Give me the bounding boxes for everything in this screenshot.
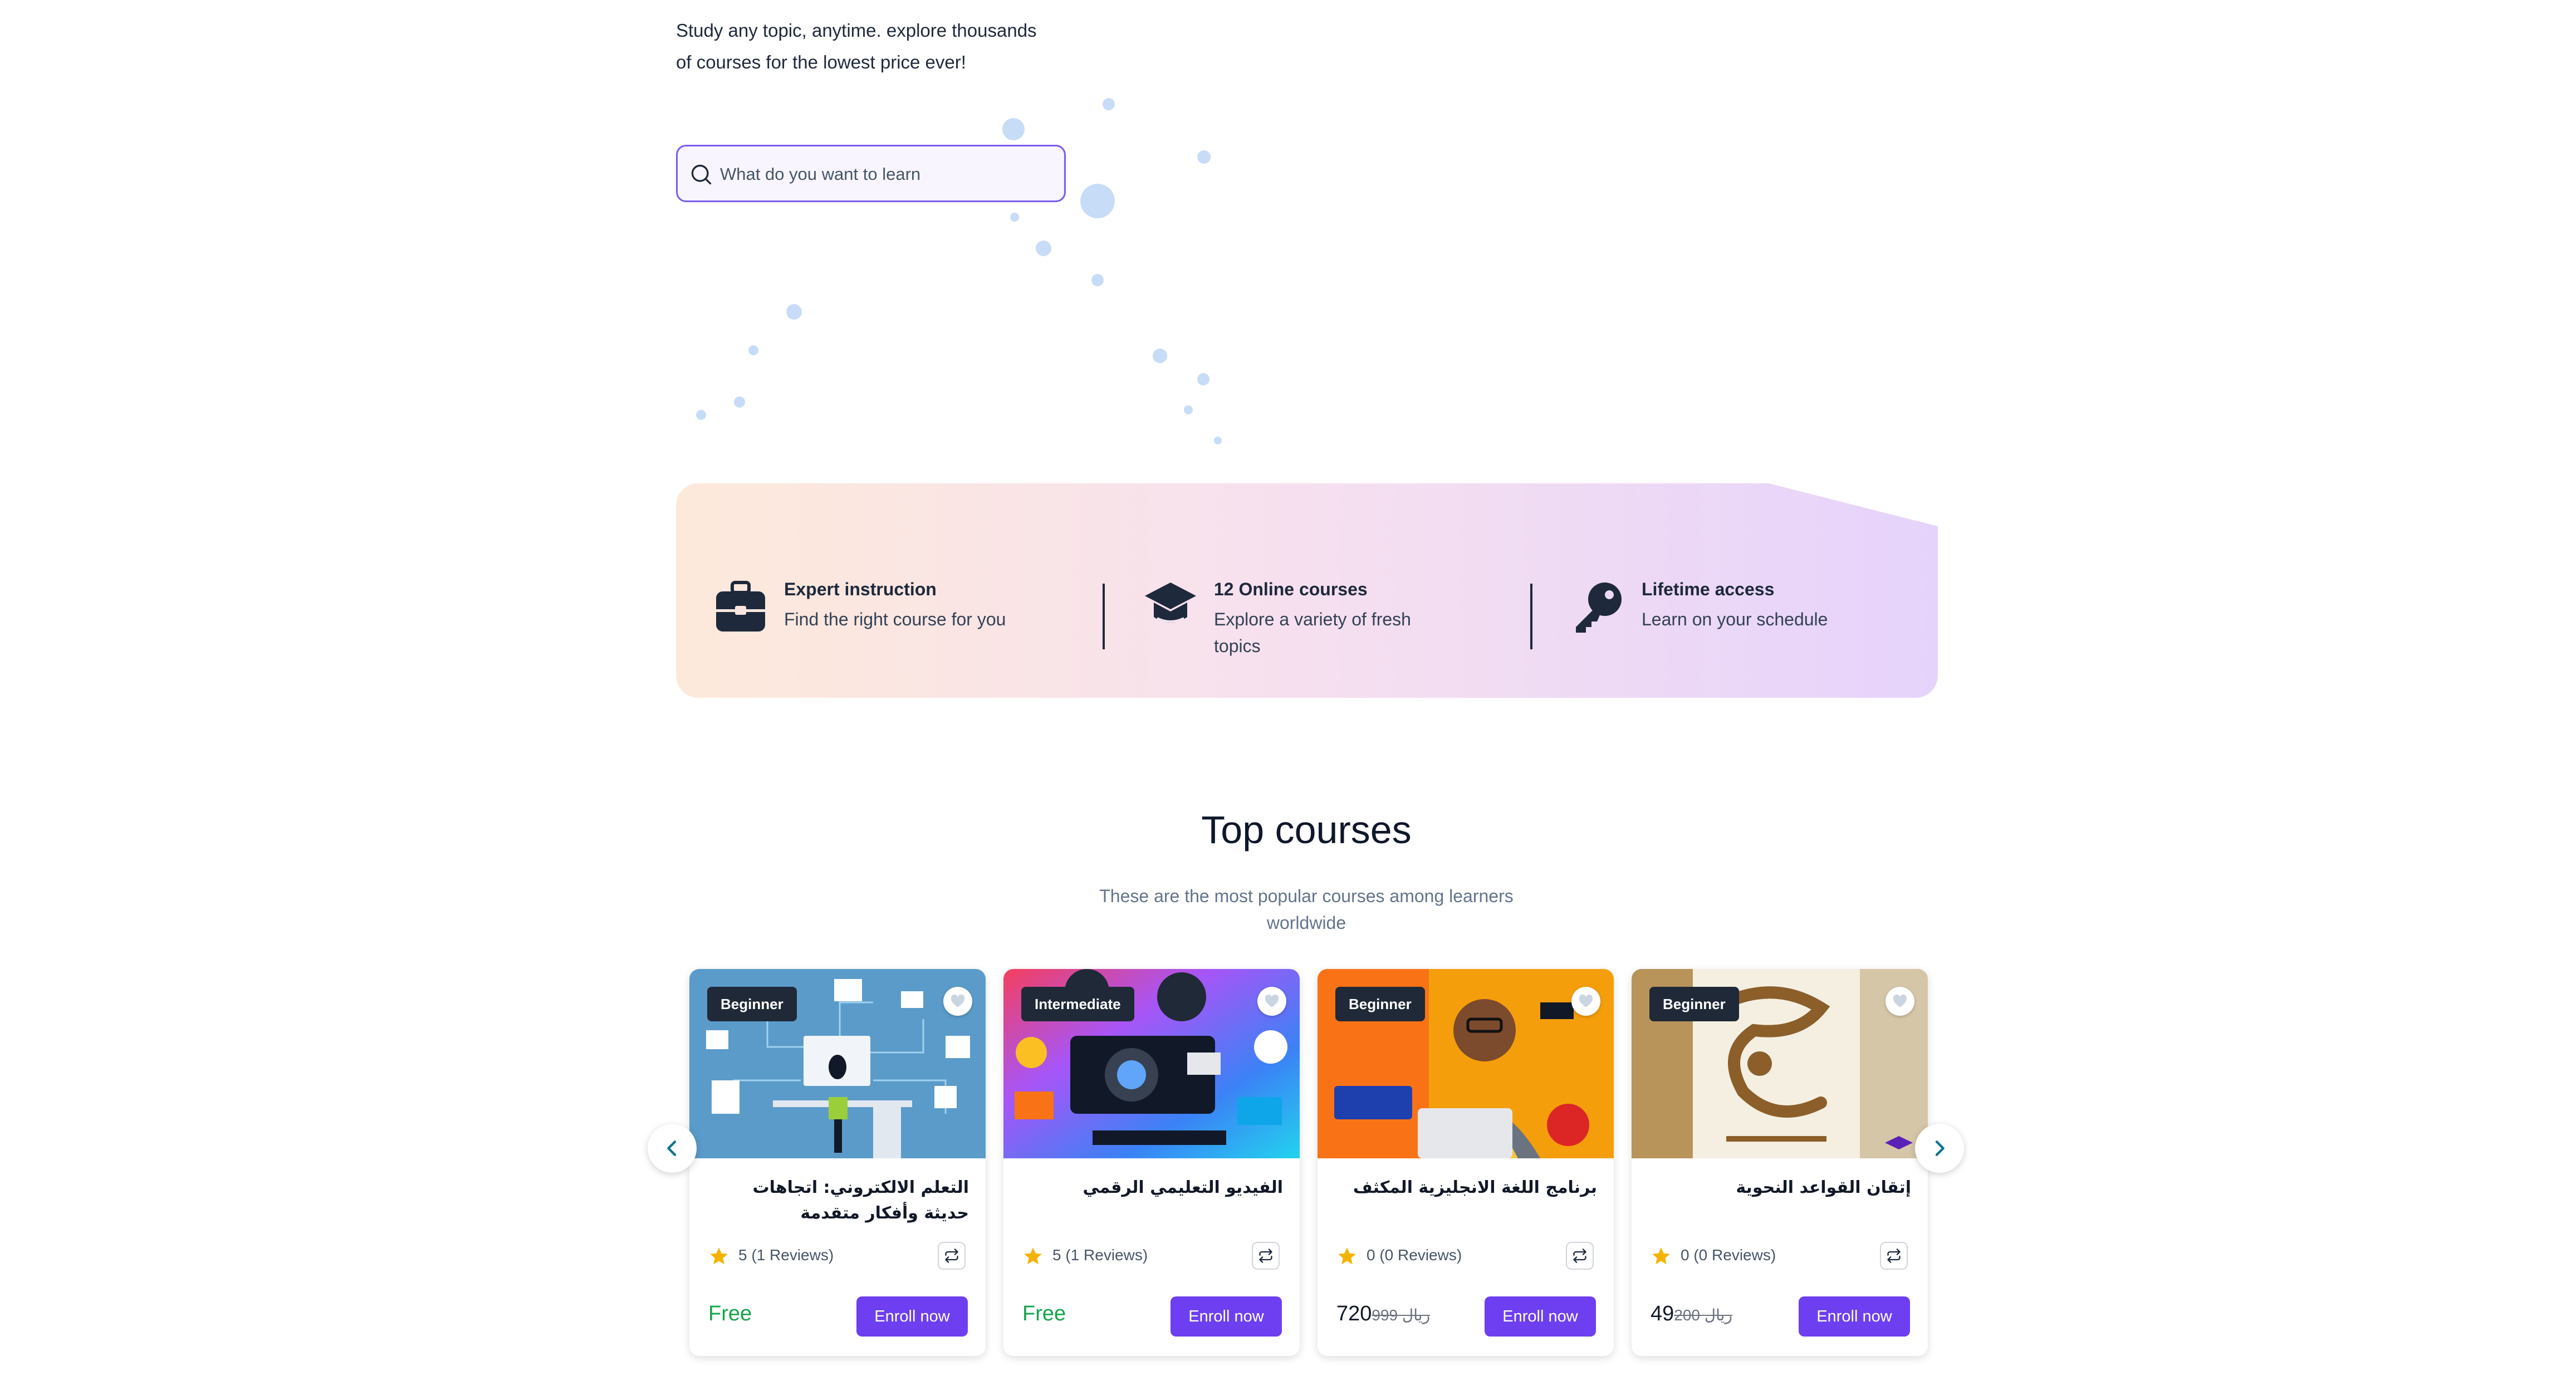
review-count: (0 Reviews) (1693, 1246, 1776, 1264)
repeat-icon (1259, 1249, 1272, 1263)
heart-icon (1893, 995, 1907, 1007)
hero-tagline: Study any topic, anytime. explore thousa… (676, 14, 1099, 78)
course-card[interactable]: Beginner برنامج اللغة الانجليزية المكثف … (1318, 969, 1614, 1356)
course-thumbnail[interactable]: Beginner (1632, 969, 1928, 1158)
rating-value: 5 (738, 1246, 747, 1264)
rating-value: 0 (1681, 1246, 1689, 1264)
briefcase-icon (716, 581, 765, 632)
feature-title: Lifetime access (1642, 579, 1775, 599)
feature-title: Expert instruction (784, 579, 937, 599)
star-icon (1024, 1247, 1042, 1265)
course-price: Free (1022, 1302, 1066, 1325)
feature-title: 12 Online courses (1214, 579, 1368, 599)
wishlist-button[interactable] (943, 987, 972, 1016)
course-rating: 0 (0 Reviews) (1681, 1246, 1776, 1264)
current-price: 720 (1336, 1302, 1372, 1325)
divider (1103, 584, 1105, 649)
course-price: 720999 ريال (1336, 1302, 1430, 1326)
course-thumbnail[interactable]: Beginner (689, 969, 986, 1158)
search-icon (691, 164, 712, 185)
graduation-cap-icon (1145, 583, 1196, 623)
compare-button[interactable] (1880, 1242, 1908, 1270)
chevron-left-icon (667, 1141, 677, 1156)
original-price: 999 ريال (1372, 1306, 1431, 1324)
feature-description: Find the right course for you (784, 609, 1006, 629)
repeat-icon (945, 1249, 958, 1263)
level-badge: Intermediate (1021, 987, 1134, 1021)
compare-button[interactable] (1566, 1242, 1594, 1270)
compare-button[interactable] (1252, 1242, 1280, 1270)
divider (1530, 584, 1532, 649)
course-title[interactable]: إتقان القواعد النحوية (1649, 1175, 1911, 1201)
course-price: Free (708, 1302, 752, 1325)
enroll-button[interactable]: Enroll now (1171, 1296, 1282, 1337)
carousel-prev-button[interactable] (648, 1124, 697, 1173)
course-card[interactable]: Beginner إتقان القواعد النحوية 0 (0 Revi… (1632, 969, 1928, 1356)
star-icon (1338, 1247, 1356, 1265)
hero-tagline-line-1: Study any topic, anytime. explore thousa… (676, 20, 1037, 41)
rating-value: 0 (1367, 1246, 1375, 1264)
enroll-button[interactable]: Enroll now (1485, 1296, 1596, 1337)
course-thumbnail[interactable]: Beginner (1318, 969, 1614, 1158)
review-count: (0 Reviews) (1379, 1246, 1462, 1264)
course-title[interactable]: برنامج اللغة الانجليزية المكثف (1335, 1175, 1597, 1201)
review-count: (1 Reviews) (751, 1246, 834, 1264)
chevron-right-icon (1935, 1141, 1945, 1156)
level-badge: Beginner (1335, 987, 1425, 1021)
course-card[interactable]: Intermediate الفيديو التعليمي الرقمي 5 (… (1003, 969, 1300, 1356)
course-rating: 5 (1 Reviews) (738, 1246, 834, 1264)
course-rating: 0 (0 Reviews) (1367, 1246, 1462, 1264)
feature-description: Explore a variety of fresh topics (1214, 609, 1411, 656)
section-title: Top courses (1201, 808, 1412, 851)
rating-value: 5 (1052, 1246, 1061, 1264)
feature-description: Learn on your schedule (1642, 609, 1828, 629)
carousel-next-button[interactable] (1915, 1124, 1964, 1173)
course-title[interactable]: الفيديو التعليمي الرقمي (1021, 1175, 1283, 1201)
star-icon (1652, 1247, 1670, 1265)
heart-icon (1265, 995, 1279, 1007)
course-price: 49200 ريال (1651, 1302, 1732, 1326)
wishlist-button[interactable] (1257, 987, 1286, 1016)
search-input[interactable] (719, 159, 1055, 190)
star-icon (710, 1247, 728, 1265)
wishlist-button[interactable] (1886, 987, 1914, 1016)
hero-tagline-line-2: of courses for the lowest price ever! (676, 52, 966, 72)
level-badge: Beginner (707, 987, 797, 1021)
heart-icon (1579, 995, 1593, 1007)
current-price: 49 (1651, 1302, 1674, 1325)
review-count: (1 Reviews) (1065, 1246, 1148, 1264)
section-subtitle-line-2: worldwide (1266, 913, 1346, 933)
enroll-button[interactable]: Enroll now (1799, 1296, 1910, 1337)
original-price: 200 ريال (1674, 1306, 1732, 1324)
course-thumbnail[interactable]: Intermediate (1003, 969, 1300, 1158)
repeat-icon (1887, 1249, 1901, 1263)
heart-icon (951, 995, 965, 1007)
course-title[interactable]: التعلم الالكتروني: اتجاهات حديثة وأفكار … (707, 1175, 969, 1226)
repeat-icon (1573, 1249, 1586, 1263)
search-box[interactable] (676, 145, 1066, 202)
wishlist-button[interactable] (1571, 987, 1600, 1016)
compare-button[interactable] (938, 1242, 966, 1270)
course-card[interactable]: Beginner التعلم الالكتروني: اتجاهات حديث… (689, 969, 986, 1356)
key-icon (1576, 583, 1622, 633)
level-badge: Beginner (1649, 987, 1739, 1021)
course-rating: 5 (1 Reviews) (1052, 1246, 1148, 1264)
section-subtitle: These are the most popular courses among… (1080, 883, 1532, 936)
section-subtitle-line-1: These are the most popular courses among… (1099, 886, 1514, 906)
enroll-button[interactable]: Enroll now (856, 1296, 968, 1337)
